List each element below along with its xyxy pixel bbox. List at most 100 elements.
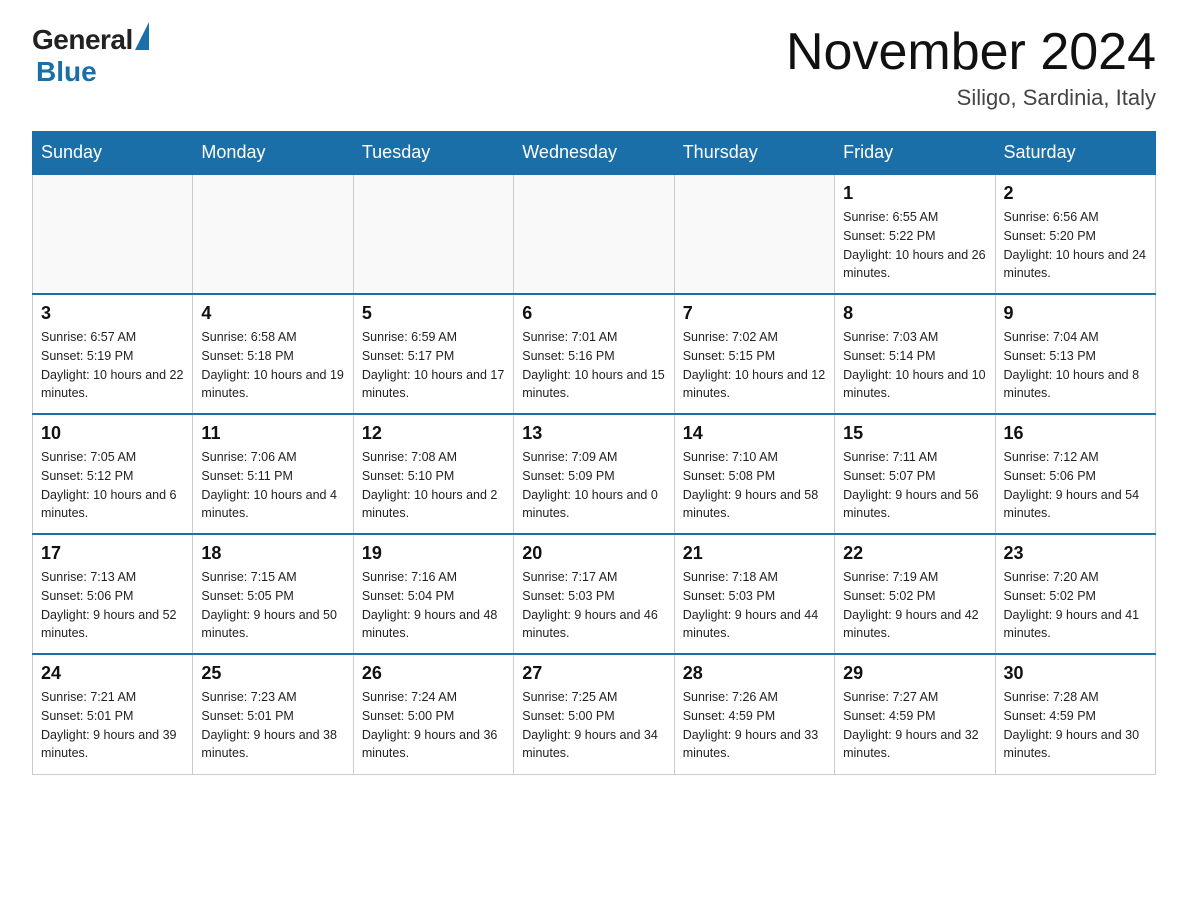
day-number: 24	[41, 663, 184, 684]
day-info: Sunrise: 7:21 AM Sunset: 5:01 PM Dayligh…	[41, 688, 184, 763]
calendar-cell: 27Sunrise: 7:25 AM Sunset: 5:00 PM Dayli…	[514, 654, 674, 774]
day-number: 19	[362, 543, 505, 564]
calendar-cell: 2 Sunrise: 6:56 AM Sunset: 5:20 PM Daylig…	[995, 174, 1155, 294]
day-number: 30	[1004, 663, 1147, 684]
calendar-cell: 22 Sunrise: 7:19 AM Sunset: 5:02 PM Dayli…	[835, 534, 995, 654]
calendar-cell: 17Sunrise: 7:13 AM Sunset: 5:06 PM Dayli…	[33, 534, 193, 654]
calendar-week-1: 1Sunrise: 6:55 AM Sunset: 5:22 PM Daylig…	[33, 174, 1156, 294]
logo-general-text: General	[32, 24, 133, 56]
calendar-cell: 16Sunrise: 7:12 AM Sunset: 5:06 PM Dayli…	[995, 414, 1155, 534]
day-info: Sunrise: 6:56 AM Sunset: 5:20 PM Dayligh…	[1004, 208, 1147, 283]
calendar-header: SundayMondayTuesdayWednesdayThursdayFrid…	[33, 132, 1156, 175]
day-number: 11	[201, 423, 344, 444]
calendar-cell: 12 Sunrise: 7:08 AM Sunset: 5:10 PM Dayli…	[353, 414, 513, 534]
calendar-body: 1Sunrise: 6:55 AM Sunset: 5:22 PM Daylig…	[33, 174, 1156, 774]
day-info: Sunrise: 7:28 AM Sunset: 4:59 PM Dayligh…	[1004, 688, 1147, 763]
calendar-week-5: 24 Sunrise: 7:21 AM Sunset: 5:01 PM Dayli…	[33, 654, 1156, 774]
calendar-cell	[514, 174, 674, 294]
day-info: Sunrise: 7:15 AM Sunset: 5:05 PM Dayligh…	[201, 568, 344, 643]
day-info: Sunrise: 7:06 AM Sunset: 5:11 PM Dayligh…	[201, 448, 344, 523]
calendar-cell: 13Sunrise: 7:09 AM Sunset: 5:09 PM Dayli…	[514, 414, 674, 534]
weekday-header-monday: Monday	[193, 132, 353, 175]
day-number: 28	[683, 663, 826, 684]
calendar-cell: 6Sunrise: 7:01 AM Sunset: 5:16 PM Daylig…	[514, 294, 674, 414]
day-number: 25	[201, 663, 344, 684]
calendar-cell: 5Sunrise: 6:59 AM Sunset: 5:17 PM Daylig…	[353, 294, 513, 414]
day-number: 22	[843, 543, 986, 564]
day-info: Sunrise: 7:12 AM Sunset: 5:06 PM Dayligh…	[1004, 448, 1147, 523]
day-info: Sunrise: 7:19 AM Sunset: 5:02 PM Dayligh…	[843, 568, 986, 643]
day-info: Sunrise: 7:02 AM Sunset: 5:15 PM Dayligh…	[683, 328, 826, 403]
logo-flag-icon	[135, 22, 149, 50]
day-number: 21	[683, 543, 826, 564]
day-info: Sunrise: 7:09 AM Sunset: 5:09 PM Dayligh…	[522, 448, 665, 523]
calendar-cell: 14Sunrise: 7:10 AM Sunset: 5:08 PM Dayli…	[674, 414, 834, 534]
calendar-cell: 7 Sunrise: 7:02 AM Sunset: 5:15 PM Daylig…	[674, 294, 834, 414]
calendar-cell: 29 Sunrise: 7:27 AM Sunset: 4:59 PM Dayli…	[835, 654, 995, 774]
calendar-cell: 25 Sunrise: 7:23 AM Sunset: 5:01 PM Dayli…	[193, 654, 353, 774]
calendar-cell: 15 Sunrise: 7:11 AM Sunset: 5:07 PM Dayli…	[835, 414, 995, 534]
calendar-week-2: 3Sunrise: 6:57 AM Sunset: 5:19 PM Daylig…	[33, 294, 1156, 414]
day-info: Sunrise: 7:27 AM Sunset: 4:59 PM Dayligh…	[843, 688, 986, 763]
calendar-week-3: 10 Sunrise: 7:05 AM Sunset: 5:12 PM Dayli…	[33, 414, 1156, 534]
day-number: 5	[362, 303, 505, 324]
page-header: General Blue November 2024 Siligo, Sardi…	[32, 24, 1156, 111]
day-info: Sunrise: 7:04 AM Sunset: 5:13 PM Dayligh…	[1004, 328, 1147, 403]
day-info: Sunrise: 7:05 AM Sunset: 5:12 PM Dayligh…	[41, 448, 184, 523]
title-section: November 2024 Siligo, Sardinia, Italy	[786, 24, 1156, 111]
weekday-header-saturday: Saturday	[995, 132, 1155, 175]
day-info: Sunrise: 7:23 AM Sunset: 5:01 PM Dayligh…	[201, 688, 344, 763]
calendar-cell: 11 Sunrise: 7:06 AM Sunset: 5:11 PM Dayli…	[193, 414, 353, 534]
day-info: Sunrise: 7:17 AM Sunset: 5:03 PM Dayligh…	[522, 568, 665, 643]
day-info: Sunrise: 7:24 AM Sunset: 5:00 PM Dayligh…	[362, 688, 505, 763]
day-number: 4	[201, 303, 344, 324]
calendar-cell: 18 Sunrise: 7:15 AM Sunset: 5:05 PM Dayli…	[193, 534, 353, 654]
day-info: Sunrise: 7:08 AM Sunset: 5:10 PM Dayligh…	[362, 448, 505, 523]
day-info: Sunrise: 7:03 AM Sunset: 5:14 PM Dayligh…	[843, 328, 986, 403]
day-number: 2	[1004, 183, 1147, 204]
weekday-header-friday: Friday	[835, 132, 995, 175]
day-info: Sunrise: 7:10 AM Sunset: 5:08 PM Dayligh…	[683, 448, 826, 523]
logo-blue-text: Blue	[36, 56, 97, 88]
calendar-cell: 8 Sunrise: 7:03 AM Sunset: 5:14 PM Daylig…	[835, 294, 995, 414]
location-label: Siligo, Sardinia, Italy	[786, 85, 1156, 111]
day-info: Sunrise: 6:57 AM Sunset: 5:19 PM Dayligh…	[41, 328, 184, 403]
calendar-table: SundayMondayTuesdayWednesdayThursdayFrid…	[32, 131, 1156, 775]
day-info: Sunrise: 7:18 AM Sunset: 5:03 PM Dayligh…	[683, 568, 826, 643]
month-title: November 2024	[786, 24, 1156, 81]
day-number: 7	[683, 303, 826, 324]
day-info: Sunrise: 7:16 AM Sunset: 5:04 PM Dayligh…	[362, 568, 505, 643]
day-number: 15	[843, 423, 986, 444]
day-number: 26	[362, 663, 505, 684]
weekday-header-sunday: Sunday	[33, 132, 193, 175]
calendar-cell: 24 Sunrise: 7:21 AM Sunset: 5:01 PM Dayli…	[33, 654, 193, 774]
day-number: 18	[201, 543, 344, 564]
day-number: 27	[522, 663, 665, 684]
day-number: 6	[522, 303, 665, 324]
day-number: 12	[362, 423, 505, 444]
calendar-cell: 28Sunrise: 7:26 AM Sunset: 4:59 PM Dayli…	[674, 654, 834, 774]
calendar-cell: 1Sunrise: 6:55 AM Sunset: 5:22 PM Daylig…	[835, 174, 995, 294]
calendar-cell: 26 Sunrise: 7:24 AM Sunset: 5:00 PM Dayli…	[353, 654, 513, 774]
calendar-cell: 23Sunrise: 7:20 AM Sunset: 5:02 PM Dayli…	[995, 534, 1155, 654]
day-number: 23	[1004, 543, 1147, 564]
day-number: 8	[843, 303, 986, 324]
calendar-cell: 10 Sunrise: 7:05 AM Sunset: 5:12 PM Dayli…	[33, 414, 193, 534]
calendar-cell	[674, 174, 834, 294]
calendar-cell: 19 Sunrise: 7:16 AM Sunset: 5:04 PM Dayli…	[353, 534, 513, 654]
day-info: Sunrise: 7:11 AM Sunset: 5:07 PM Dayligh…	[843, 448, 986, 523]
day-info: Sunrise: 6:55 AM Sunset: 5:22 PM Dayligh…	[843, 208, 986, 283]
calendar-cell: 20Sunrise: 7:17 AM Sunset: 5:03 PM Dayli…	[514, 534, 674, 654]
calendar-cell: 4 Sunrise: 6:58 AM Sunset: 5:18 PM Daylig…	[193, 294, 353, 414]
calendar-cell: 3Sunrise: 6:57 AM Sunset: 5:19 PM Daylig…	[33, 294, 193, 414]
day-info: Sunrise: 6:58 AM Sunset: 5:18 PM Dayligh…	[201, 328, 344, 403]
weekday-header-tuesday: Tuesday	[353, 132, 513, 175]
day-number: 10	[41, 423, 184, 444]
calendar-cell: 21 Sunrise: 7:18 AM Sunset: 5:03 PM Dayli…	[674, 534, 834, 654]
day-number: 29	[843, 663, 986, 684]
calendar-cell	[33, 174, 193, 294]
logo: General Blue	[32, 24, 149, 88]
weekday-header-row: SundayMondayTuesdayWednesdayThursdayFrid…	[33, 132, 1156, 175]
day-info: Sunrise: 7:13 AM Sunset: 5:06 PM Dayligh…	[41, 568, 184, 643]
calendar-cell	[193, 174, 353, 294]
